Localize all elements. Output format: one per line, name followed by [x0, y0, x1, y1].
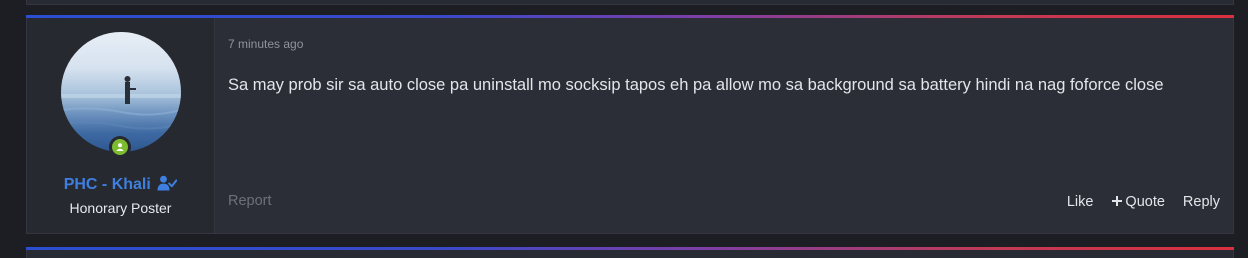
post-message: Sa may prob sir sa auto close pa uninsta… — [228, 76, 1164, 94]
online-status-icon — [109, 136, 131, 158]
avatar[interactable] — [61, 32, 181, 152]
post-user-panel: PHC - Khali Honorary Poster — [27, 18, 215, 233]
forum-post: PHC - Khali Honorary Poster 7 minutes ag… — [26, 18, 1234, 234]
post-actions: Like Quote Reply — [1067, 194, 1220, 210]
plus-icon — [1112, 196, 1123, 206]
user-title: Honorary Poster — [69, 200, 172, 216]
next-post-edge — [26, 250, 1234, 258]
post-timestamp[interactable]: 7 minutes ago — [228, 37, 303, 51]
username-link[interactable]: PHC - Khali — [27, 175, 214, 194]
reply-button[interactable]: Reply — [1183, 194, 1220, 210]
report-link[interactable]: Report — [228, 193, 272, 209]
username-text[interactable]: PHC - Khali — [64, 176, 151, 193]
previous-post-edge — [26, 0, 1234, 5]
like-button[interactable]: Like — [1067, 194, 1094, 210]
post-content: 7 minutes ago Sa may prob sir sa auto cl… — [215, 18, 1233, 233]
quote-label: Quote — [1125, 194, 1165, 210]
user-check-icon — [157, 175, 178, 191]
quote-button[interactable]: Quote — [1111, 194, 1165, 210]
